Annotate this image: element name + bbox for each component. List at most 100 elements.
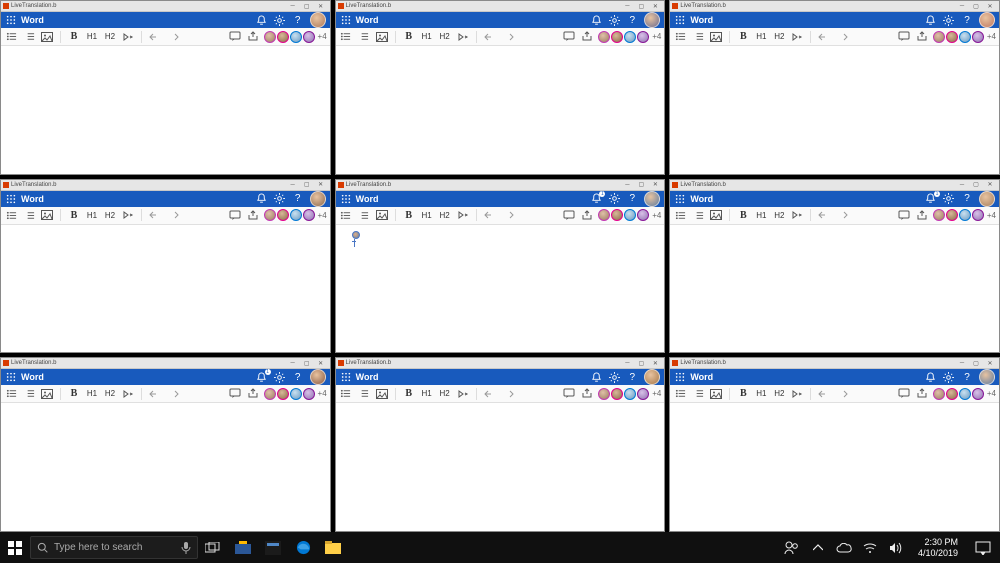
user-avatar[interactable] (310, 12, 326, 28)
bold-button[interactable]: B (736, 208, 750, 222)
maximize-button[interactable]: ▢ (300, 358, 314, 369)
settings-icon[interactable] (274, 14, 286, 26)
presence-avatar[interactable] (933, 209, 945, 221)
app-name[interactable]: Word (21, 15, 252, 25)
heading1-button[interactable]: H1 (420, 387, 434, 401)
heading2-button[interactable]: H2 (772, 387, 786, 401)
presence-avatar[interactable] (264, 209, 276, 221)
comment-icon[interactable] (228, 30, 242, 44)
help-icon[interactable]: ? (626, 14, 638, 26)
minimize-button[interactable]: ─ (620, 1, 634, 12)
image-icon[interactable] (709, 30, 723, 44)
presence-avatar[interactable] (303, 209, 315, 221)
app-launcher-icon[interactable] (5, 193, 17, 205)
maximize-button[interactable]: ▢ (634, 1, 648, 12)
help-icon[interactable]: ? (292, 193, 304, 205)
maximize-button[interactable]: ▢ (300, 1, 314, 12)
bullets-icon[interactable] (673, 387, 687, 401)
app-name[interactable]: Word (21, 372, 252, 382)
presence-avatar[interactable] (624, 209, 636, 221)
heading1-button[interactable]: H1 (420, 30, 434, 44)
bullets-icon[interactable] (339, 30, 353, 44)
presence-more[interactable]: +4 (985, 211, 996, 220)
heading2-button[interactable]: H2 (438, 208, 452, 222)
heading2-button[interactable]: H2 (103, 30, 117, 44)
action-center-icon[interactable] (972, 541, 994, 555)
presence-avatar[interactable] (624, 31, 636, 43)
app-name[interactable]: Word (356, 372, 587, 382)
presence-avatar[interactable] (264, 31, 276, 43)
app-launcher-icon[interactable] (674, 14, 686, 26)
presence-avatar[interactable] (611, 209, 623, 221)
presence-avatar[interactable] (598, 388, 610, 400)
document-canvas[interactable] (670, 225, 999, 353)
presence-list[interactable]: +4 (933, 209, 996, 221)
window-titlebar[interactable]: LiveTranslation.b─▢✕ (1, 180, 330, 191)
redo-icon[interactable] (166, 30, 180, 44)
settings-icon[interactable] (608, 14, 620, 26)
window-titlebar[interactable]: LiveTranslation.b─▢✕ (1, 358, 330, 369)
heading1-button[interactable]: H1 (85, 208, 99, 222)
share-icon[interactable] (246, 208, 260, 222)
presence-avatar[interactable] (972, 209, 984, 221)
comment-icon[interactable] (897, 30, 911, 44)
share-icon[interactable] (580, 208, 594, 222)
app-name[interactable]: Word (21, 194, 252, 204)
presence-avatar[interactable] (290, 388, 302, 400)
app-launcher-icon[interactable] (674, 371, 686, 383)
comment-icon[interactable] (562, 387, 576, 401)
heading2-button[interactable]: H2 (438, 387, 452, 401)
presence-more[interactable]: +4 (316, 32, 327, 41)
close-button[interactable]: ✕ (983, 179, 997, 190)
presence-avatar[interactable] (946, 31, 958, 43)
search-box[interactable]: Type here to search (30, 536, 198, 559)
help-icon[interactable]: ? (961, 371, 973, 383)
notifications-icon[interactable]: 1 (256, 14, 268, 26)
window-titlebar[interactable]: LiveTranslation.b─▢✕ (670, 1, 999, 12)
minimize-button[interactable]: ─ (620, 358, 634, 369)
comment-icon[interactable] (562, 208, 576, 222)
close-button[interactable]: ✕ (983, 1, 997, 12)
app-name[interactable]: Word (356, 194, 587, 204)
share-icon[interactable] (246, 387, 260, 401)
more-formatting-icon[interactable] (121, 30, 135, 44)
heading1-button[interactable]: H1 (85, 30, 99, 44)
share-icon[interactable] (915, 387, 929, 401)
maximize-button[interactable]: ▢ (634, 179, 648, 190)
presence-list[interactable]: +4 (264, 388, 327, 400)
user-avatar[interactable] (979, 12, 995, 28)
redo-icon[interactable] (166, 387, 180, 401)
notifications-icon[interactable]: 1 (590, 14, 602, 26)
presence-avatar[interactable] (959, 388, 971, 400)
presence-list[interactable]: +4 (598, 209, 661, 221)
notifications-icon[interactable]: 1 (925, 193, 937, 205)
document-canvas[interactable] (336, 225, 665, 353)
redo-icon[interactable] (166, 208, 180, 222)
document-canvas[interactable] (336, 403, 665, 531)
app-launcher-icon[interactable] (340, 193, 352, 205)
image-icon[interactable] (40, 387, 54, 401)
document-canvas[interactable] (1, 403, 330, 531)
presence-avatar[interactable] (946, 388, 958, 400)
redo-icon[interactable] (501, 208, 515, 222)
explorer-icon[interactable] (318, 532, 348, 563)
heading1-button[interactable]: H1 (754, 387, 768, 401)
start-button[interactable] (0, 532, 30, 563)
maximize-button[interactable]: ▢ (969, 1, 983, 12)
presence-avatar[interactable] (290, 209, 302, 221)
heading1-button[interactable]: H1 (754, 30, 768, 44)
presence-more[interactable]: +4 (650, 32, 661, 41)
app-launcher-icon[interactable] (340, 14, 352, 26)
presence-more[interactable]: +4 (650, 389, 661, 398)
presence-avatar[interactable] (598, 209, 610, 221)
settings-icon[interactable] (274, 193, 286, 205)
help-icon[interactable]: ? (626, 193, 638, 205)
presence-list[interactable]: +4 (598, 388, 661, 400)
comment-icon[interactable] (897, 208, 911, 222)
volume-icon[interactable] (888, 542, 904, 554)
more-formatting-icon[interactable] (121, 208, 135, 222)
share-icon[interactable] (915, 208, 929, 222)
bullets-icon[interactable] (4, 387, 18, 401)
redo-icon[interactable] (835, 30, 849, 44)
bold-button[interactable]: B (402, 208, 416, 222)
